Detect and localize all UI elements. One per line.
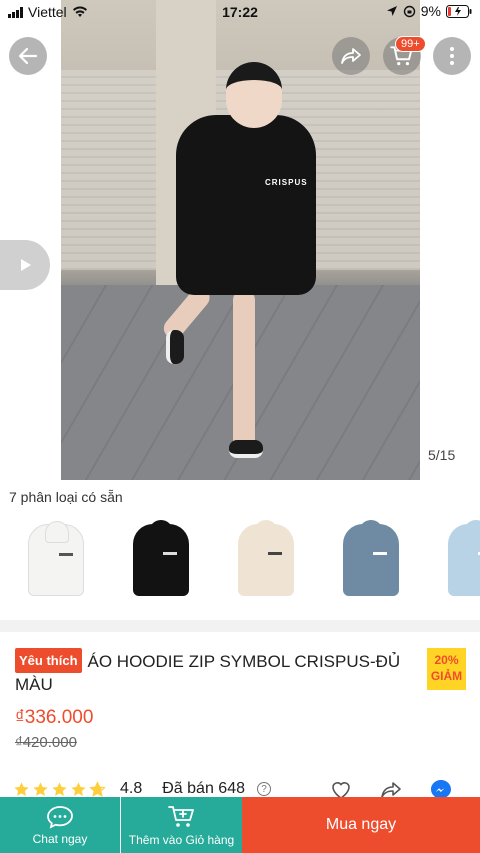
variant-thumbnail-black[interactable] <box>125 518 197 602</box>
product-photo[interactable]: CRISPUS <box>61 0 420 480</box>
chat-icon <box>47 805 73 829</box>
add-to-cart-label: Thêm vào Giỏ hàng <box>128 832 235 847</box>
photo-hoodie <box>176 115 316 295</box>
back-button[interactable] <box>9 37 47 75</box>
star-icon <box>14 781 29 796</box>
favorite-tag: Yêu thích <box>15 648 82 673</box>
battery-icon <box>446 4 472 18</box>
variant-hoodie-image <box>133 520 189 596</box>
share-icon <box>341 48 361 64</box>
rotation-lock-icon <box>403 5 415 17</box>
discount-label: GIẢM <box>430 669 463 683</box>
product-title-row: Yêu thích ÁO HOODIE ZIP SYMBOL CRISPUS-ĐỦ… <box>15 648 420 696</box>
product-page: CRISPUS 99+ 5/15 Viettel 17:22 9% 7 phân… <box>0 0 480 853</box>
play-video-button[interactable] <box>0 240 50 290</box>
sold-count: Đã bán 648 <box>162 780 245 797</box>
more-vertical-icon <box>450 47 454 65</box>
location-arrow-icon <box>386 6 397 16</box>
status-right: 9% <box>386 3 472 19</box>
add-to-cart-icon <box>167 805 194 827</box>
variants-title: 7 phân loại có sẵn <box>9 489 123 505</box>
image-counter: 5/15 <box>428 447 456 463</box>
discount-badge: 20% GIẢM <box>427 648 466 690</box>
status-bar: Viettel 17:22 9% <box>0 0 480 24</box>
play-icon <box>21 259 31 271</box>
rating-stars <box>13 780 106 798</box>
rating-value: 4.8 <box>120 780 143 797</box>
chat-now-label: Chat ngay <box>32 831 88 846</box>
star-icon <box>33 781 48 796</box>
variant-hoodie-image <box>448 520 480 596</box>
variant-hoodie-image <box>238 520 294 596</box>
question-icon[interactable]: ? <box>256 782 271 796</box>
product-gallery[interactable]: CRISPUS 99+ 5/15 <box>0 0 480 480</box>
bottom-action-bar: Chat ngay Thêm vào Giỏ hàng Mua ngay <box>0 797 480 853</box>
photo-leg <box>233 290 255 450</box>
variant-thumbnail-white[interactable] <box>20 518 92 602</box>
star-icon <box>52 781 67 796</box>
cart-count-badge: 99+ <box>395 36 426 52</box>
photo-shoe <box>166 330 184 364</box>
share-button[interactable] <box>332 37 370 75</box>
section-divider <box>0 620 480 632</box>
discount-percent: 20% <box>434 653 459 667</box>
photo-head <box>226 62 282 128</box>
variant-hoodie-image <box>28 521 84 596</box>
buy-now-label: Mua ngay <box>325 816 397 833</box>
variant-thumbnail-blue-gray[interactable] <box>335 518 407 602</box>
variant-thumbnail-cream[interactable] <box>230 518 302 602</box>
buy-now-button[interactable]: Mua ngay <box>242 797 480 853</box>
add-to-cart-button[interactable]: Thêm vào Giỏ hàng <box>121 797 242 853</box>
variant-list <box>0 518 480 608</box>
original-price: ₫420.000 <box>15 734 77 751</box>
battery-percent: 9% <box>420 3 441 19</box>
variant-thumbnail-light-blue[interactable] <box>440 518 480 602</box>
half-star-icon <box>89 780 106 797</box>
star-icon <box>71 781 86 796</box>
hoodie-print-text: CRISPUS <box>265 178 308 187</box>
arrow-left-icon <box>18 47 38 65</box>
chat-now-button[interactable]: Chat ngay <box>0 797 120 853</box>
current-price: ₫336.000 <box>15 707 94 728</box>
photo-shoe <box>229 440 263 458</box>
variant-hoodie-image <box>343 520 399 596</box>
more-options-button[interactable] <box>433 37 471 75</box>
